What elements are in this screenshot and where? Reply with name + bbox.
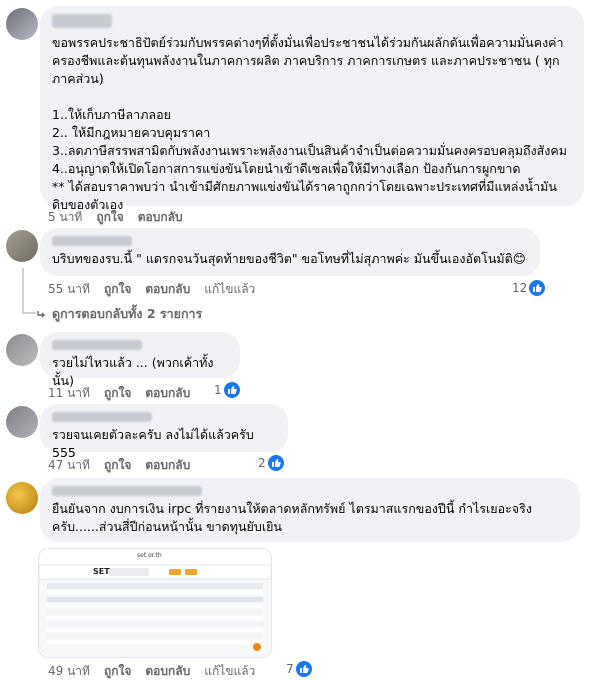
set-logo: SET: [93, 567, 110, 576]
reaction-number: 1: [214, 383, 222, 397]
reaction-count[interactable]: 1: [214, 382, 240, 398]
comment-text: ขอพรรคประชาธิปัตย์ร่วมกับพรรคต่างๆที่ตั้…: [52, 35, 567, 212]
reply-button[interactable]: ตอบกลับ: [145, 384, 190, 403]
avatar[interactable]: [6, 334, 38, 366]
like-button[interactable]: ถูกใจ: [96, 208, 123, 227]
reply-button[interactable]: ตอบกลับ: [138, 208, 183, 227]
comment-bubble: ยืนยันจาก งบการเงิน irpc ที่รายงานให้ตลา…: [40, 478, 580, 542]
reply-button[interactable]: ตอบกลับ: [145, 280, 190, 299]
comment-actions: 5 นาที ถูกใจ ตอบกลับ: [48, 208, 183, 227]
reaction-count[interactable]: 2: [258, 455, 284, 471]
reaction-count[interactable]: 12: [512, 280, 546, 296]
comment-bubble: บริบทของรบ.นี้ " แดรกจนวันสุดท้ายของชีวิ…: [40, 228, 540, 276]
reply-arrow-icon: [37, 311, 45, 318]
thumbs-up-icon: [295, 661, 312, 677]
site-title: set.or.th: [137, 552, 162, 559]
commenter-name[interactable]: [52, 340, 142, 350]
comment-bubble: รวยจนเคยตัวละครับ ลงไม่ได้แล้วครับ 555: [40, 404, 288, 460]
avatar[interactable]: [6, 8, 38, 40]
like-button[interactable]: ถูกใจ: [104, 280, 131, 299]
reaction-number: 12: [512, 281, 528, 295]
like-button[interactable]: ถูกใจ: [104, 662, 131, 681]
like-button[interactable]: ถูกใจ: [104, 456, 131, 475]
comment-time[interactable]: 5 นาที: [48, 208, 82, 227]
reply-button[interactable]: ตอบกลับ: [145, 662, 190, 681]
comment-time[interactable]: 49 นาที: [48, 662, 90, 681]
comment-text: บริบทของรบ.นี้ " แดรกจนวันสุดท้ายของชีวิ…: [52, 251, 526, 266]
comment-actions: 11 นาที ถูกใจ ตอบกลับ: [48, 384, 190, 403]
reaction-count[interactable]: 7: [286, 661, 312, 677]
comment-bubble: รวยไม่ไหวแล้ว ... (พวกเค้าทั้งนั้น): [40, 332, 240, 388]
thread-connector: [22, 268, 24, 312]
commenter-name[interactable]: [52, 486, 202, 496]
comment-actions: 49 นาที ถูกใจ ตอบกลับ แก้ไขแล้ว: [48, 662, 255, 681]
comment-actions: 47 นาที ถูกใจ ตอบกลับ: [48, 456, 190, 475]
thumbs-up-icon: [267, 455, 284, 471]
comment-time[interactable]: 47 นาที: [48, 456, 90, 475]
comment-text: ยืนยันจาก งบการเงิน irpc ที่รายงานให้ตลา…: [52, 501, 532, 534]
thumbs-up-icon: [529, 280, 546, 296]
reply-button[interactable]: ตอบกลับ: [145, 456, 190, 475]
edited-label: แก้ไขแล้ว: [204, 282, 256, 296]
like-button[interactable]: ถูกใจ: [104, 384, 131, 403]
commenter-name[interactable]: [52, 236, 132, 246]
avatar[interactable]: [6, 230, 38, 262]
thumbs-up-icon: [223, 382, 240, 398]
thread-connector: [22, 312, 36, 314]
comment-time[interactable]: 11 นาที: [48, 384, 90, 403]
comment-time[interactable]: 55 นาที: [48, 280, 90, 299]
view-replies-label: ดูการตอบกลับทั้ง 2 รายการ: [52, 306, 203, 321]
avatar[interactable]: [6, 482, 38, 514]
commenter-name[interactable]: [52, 14, 112, 28]
set-website-screenshot: [39, 549, 271, 657]
view-replies-link[interactable]: ดูการตอบกลับทั้ง 2 รายการ: [36, 304, 202, 324]
avatar[interactable]: [6, 406, 38, 438]
reaction-number: 2: [258, 456, 266, 470]
attachment-image[interactable]: SET set.or.th: [38, 548, 272, 658]
reaction-number: 7: [286, 662, 294, 676]
commenter-name[interactable]: [52, 412, 152, 422]
comment-bubble: ขอพรรคประชาธิปัตย์ร่วมกับพรรคต่างๆที่ตั้…: [40, 6, 584, 212]
comment-actions: 55 นาที ถูกใจ ตอบกลับ แก้ไขแล้ว: [48, 280, 255, 299]
edited-label: แก้ไขแล้ว: [204, 664, 256, 678]
